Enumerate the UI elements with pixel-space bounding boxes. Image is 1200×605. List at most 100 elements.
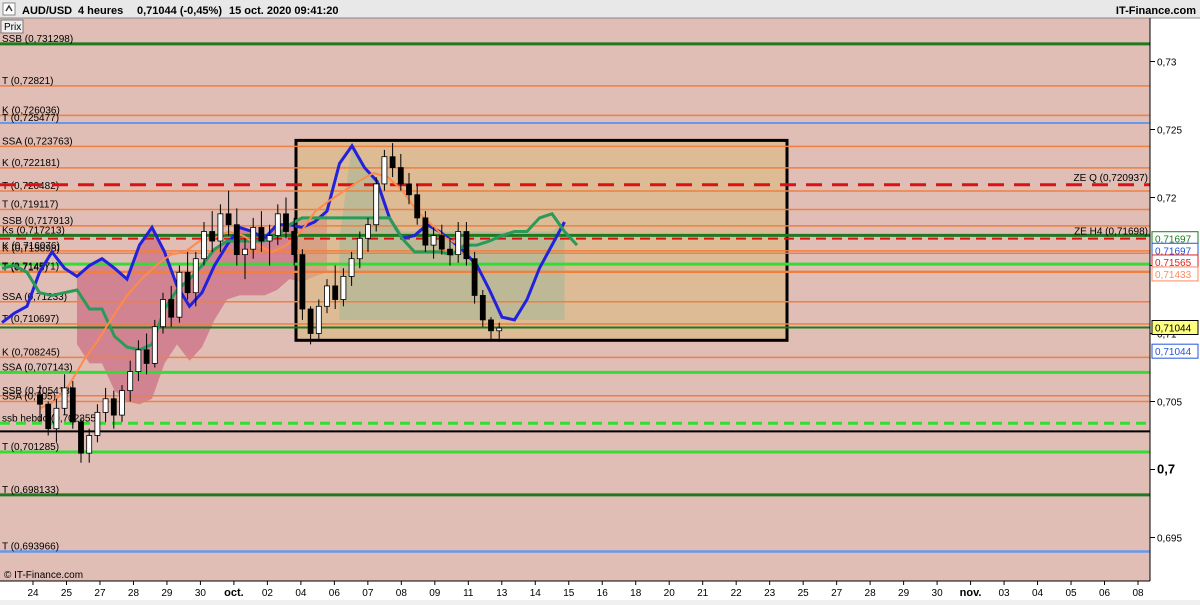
price-tag: 0,71044 (1151, 343, 1199, 359)
candle-body (61, 387, 68, 409)
x-tick-label: 11 (463, 588, 474, 599)
y-tick-label: 0,7 (1157, 461, 1175, 476)
header-timeframe: 4 heures (78, 5, 123, 17)
candle-body (192, 258, 199, 294)
candle-body (324, 285, 330, 307)
candle-body (184, 271, 191, 294)
chart-svg: AUD/USD 4 heures 0,71044 (-0,45%) 15 oct… (0, 0, 1200, 600)
candle-body (455, 231, 462, 256)
candle (69, 381, 76, 429)
level-label: T (0,719117) (2, 200, 58, 211)
x-tick-label: 14 (530, 588, 542, 599)
header-datetime: 15 oct. 2020 09:41:20 (229, 5, 338, 17)
candle-body (135, 349, 142, 372)
x-tick-label: 06 (329, 588, 341, 599)
candle-body (430, 235, 437, 246)
candle-body (45, 403, 52, 430)
candle-body (381, 156, 388, 185)
x-tick-label: 06 (1099, 588, 1111, 599)
candle-body (233, 224, 240, 256)
candle-body (447, 248, 453, 256)
price-tag-text: 0,71044 (1155, 347, 1192, 358)
range-box-rect (294, 138, 789, 342)
chart-root: AUD/USD 4 heures 0,71044 (-0,45%) 15 oct… (0, 0, 1200, 600)
candle-body (217, 213, 224, 242)
candle-body (471, 258, 478, 296)
prix-tag: Prix (0, 19, 24, 34)
price-tag: 0,71044 (1151, 320, 1199, 336)
candle-body (160, 299, 166, 328)
candle-body (110, 398, 117, 416)
x-tick-label: 23 (764, 588, 776, 599)
candle-body (127, 371, 134, 392)
price-tag: 0,71433 (1151, 266, 1199, 282)
x-tick-label: 05 (1065, 588, 1077, 599)
candle-body (373, 183, 380, 226)
candle-body (479, 295, 486, 321)
zone-label: ZE H4 (0,71698) (1074, 227, 1148, 238)
candle-body (53, 407, 60, 430)
candle-body (151, 326, 158, 364)
y-axis-panel (1150, 18, 1200, 581)
level-label: Ks (0,717213) (2, 225, 65, 236)
level-label: T (0,725477) (2, 113, 59, 124)
candle-body (119, 390, 125, 416)
candle-body (242, 248, 248, 256)
x-tick-label: 29 (161, 588, 173, 599)
candle-body (299, 254, 306, 310)
candle-body (389, 156, 396, 168)
candle-body (414, 194, 421, 219)
level-label: SSA (0,723763) (2, 136, 73, 147)
zone-label: ZE Q (0,720937) (1074, 173, 1148, 184)
candle-body (176, 271, 183, 318)
x-tick-label: 28 (128, 588, 140, 599)
x-tick-label: 25 (798, 588, 810, 599)
watermark: © IT-Finance.com (4, 570, 83, 581)
x-tick-label: 30 (195, 588, 207, 599)
candle-body (406, 183, 412, 196)
level-label: K (0,708245) (2, 347, 60, 358)
x-tick-label: 13 (496, 588, 508, 599)
candle-body (168, 299, 175, 318)
x-tick-label: 03 (998, 588, 1010, 599)
candle-body (266, 235, 273, 242)
x-tick-label: 24 (27, 588, 39, 599)
range-box (294, 138, 789, 342)
level-label: T (0,698133) (2, 485, 59, 496)
range-box-layer (294, 138, 789, 342)
y-tick-label: 0,705 (1157, 397, 1182, 408)
candle-body (274, 213, 281, 236)
candle-body (283, 213, 289, 232)
x-tick-label: 04 (1032, 588, 1044, 599)
candle-body (250, 227, 257, 250)
candle-body (143, 349, 150, 364)
level-label: T (0,72821) (2, 76, 54, 87)
candle-body (340, 275, 347, 300)
candle-body (102, 398, 109, 413)
candle-body (78, 421, 84, 454)
candle-body (315, 305, 322, 334)
x-tick-label: nov. (960, 587, 982, 599)
x-tick-label: 20 (664, 588, 676, 599)
candle-body (438, 235, 445, 250)
candle-body (332, 285, 339, 300)
header-brand: IT-Finance.com (1116, 5, 1196, 17)
x-tick-label: 27 (831, 588, 843, 599)
prix-label: Prix (4, 22, 21, 33)
x-tick-label: 15 (563, 588, 575, 599)
candle-body (258, 227, 265, 242)
x-tick-label: 28 (865, 588, 877, 599)
candle-body (209, 231, 216, 242)
y-tick-label: 0,695 (1157, 533, 1182, 544)
price-tag-text: 0,71433 (1155, 270, 1192, 281)
candle-body (86, 435, 93, 454)
header-quote: 0,71044 (-0,45%) (137, 5, 222, 17)
level-label: T (0,693966) (2, 542, 59, 553)
x-tick-label: 30 (932, 588, 944, 599)
x-tick-label: 07 (362, 588, 374, 599)
candle-body (225, 213, 232, 226)
chart-nav-icon[interactable] (2, 2, 16, 16)
x-tick-label: 22 (731, 588, 743, 599)
level-label: SSB (0,731298) (2, 34, 73, 45)
x-tick-label: 16 (597, 588, 609, 599)
